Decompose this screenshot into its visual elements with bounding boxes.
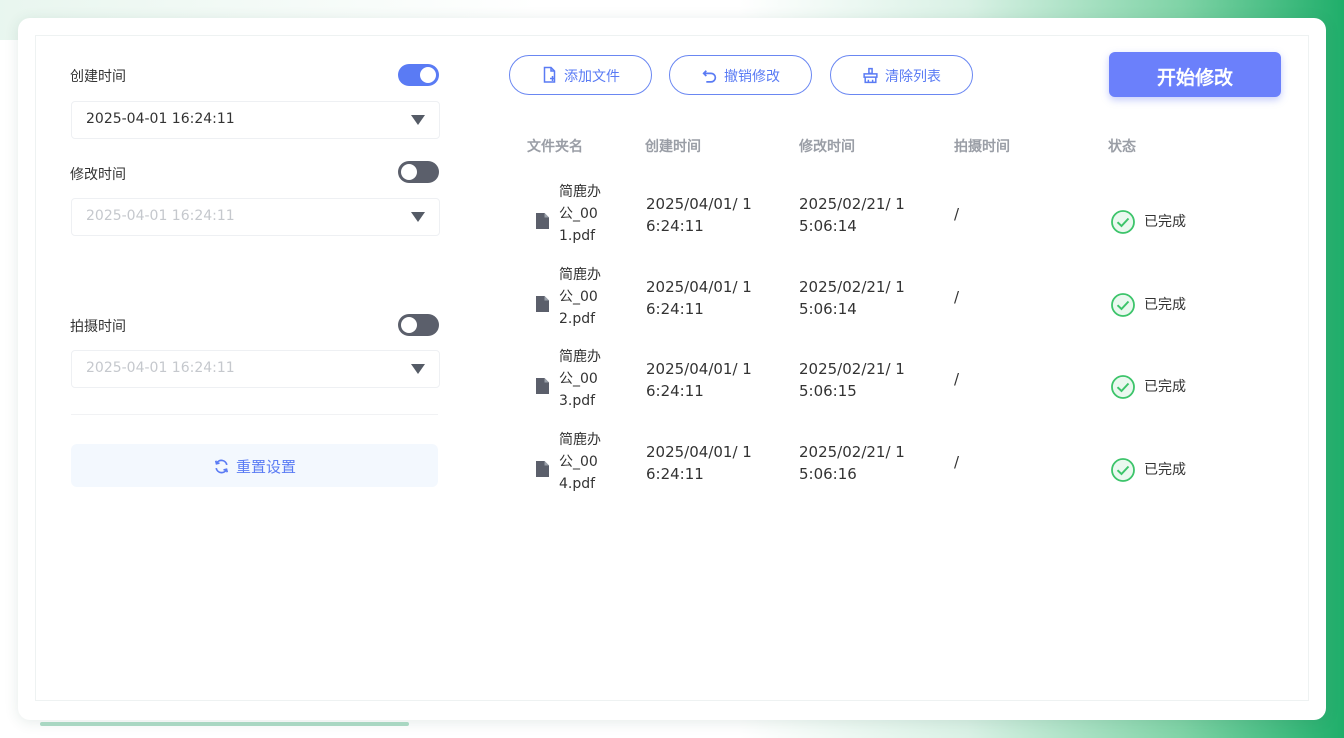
toggle-knob [401,164,417,180]
column-header-captured: 拍摄时间 [954,139,1010,155]
status-text: 已完成 [1144,297,1186,313]
caret-down-icon [411,212,425,222]
modify-time-value: 2025-04-01 16:24:11 [86,208,235,224]
created-time-cell: 2025/04/01/ 16:24:11 [646,278,752,318]
modify-time-toggle[interactable] [398,161,439,183]
check-circle-icon [1111,458,1135,482]
file-icon [536,461,549,477]
modified-time-cell: 2025/02/21/ 15:06:15 [799,360,905,400]
create-time-toggle[interactable] [398,64,439,86]
captured-time-cell: / [954,205,960,223]
captured-time-cell: / [954,370,960,388]
file-name: 简鹿办公_003.pdf [559,349,601,409]
captured-time-cell: / [954,288,960,306]
caret-down-icon [411,115,425,125]
start-modify-button[interactable]: 开始修改 [1109,52,1281,97]
created-time-cell: 2025/04/01/ 16:24:11 [646,443,752,483]
broom-icon [863,67,878,84]
add-file-label: 添加文件 [564,69,620,85]
reset-settings-button[interactable]: 重置设置 [71,444,438,487]
capture-time-value: 2025-04-01 16:24:11 [86,360,235,376]
create-time-select[interactable]: 2025-04-01 16:24:11 [71,101,440,139]
column-header-created: 创建时间 [645,139,701,155]
modified-time-cell: 2025/02/21/ 15:06:14 [799,195,905,235]
modified-time-cell: 2025/02/21/ 15:06:16 [799,443,905,483]
file-name: 简鹿办公_004.pdf [559,432,601,492]
file-add-icon [543,66,556,83]
clear-list-button[interactable]: 清除列表 [830,55,973,95]
column-header-modified: 修改时间 [799,139,855,155]
created-time-cell: 2025/04/01/ 16:24:11 [646,360,752,400]
caret-down-icon [411,364,425,374]
create-time-value: 2025-04-01 16:24:11 [86,111,235,127]
create-time-label: 创建时间 [70,69,126,85]
table-row[interactable]: 简鹿办公_003.pdf 2025/04/01/ 16:24:11 2025/0… [520,346,1290,426]
capture-time-toggle[interactable] [398,314,439,336]
refresh-icon [214,459,229,474]
status-text: 已完成 [1144,379,1186,395]
undo-modify-label: 撤销修改 [724,69,780,85]
horizontal-scrollbar[interactable] [40,722,409,726]
file-name: 简鹿办公_001.pdf [559,184,601,244]
file-icon [536,296,549,312]
status-text: 已完成 [1144,214,1186,230]
check-circle-icon [1111,375,1135,399]
divider [71,414,438,415]
file-icon [536,213,549,229]
check-circle-icon [1111,210,1135,234]
captured-time-cell: / [954,453,960,471]
table-row[interactable]: 简鹿办公_001.pdf 2025/04/01/ 16:24:11 2025/0… [520,181,1290,261]
add-file-button[interactable]: 添加文件 [509,55,652,95]
table-row[interactable]: 简鹿办公_002.pdf 2025/04/01/ 16:24:11 2025/0… [520,264,1290,344]
status-text: 已完成 [1144,462,1186,478]
table-row[interactable]: 简鹿办公_004.pdf 2025/04/01/ 16:24:11 2025/0… [520,429,1290,509]
clear-list-label: 清除列表 [885,69,941,85]
file-icon [536,378,549,394]
modify-time-select[interactable]: 2025-04-01 16:24:11 [71,198,440,236]
capture-time-label: 拍摄时间 [70,319,126,335]
modified-time-cell: 2025/02/21/ 15:06:14 [799,278,905,318]
created-time-cell: 2025/04/01/ 16:24:11 [646,195,752,235]
modify-time-label: 修改时间 [70,167,126,183]
undo-modify-button[interactable]: 撤销修改 [669,55,812,95]
file-name: 简鹿办公_002.pdf [559,267,601,327]
reset-settings-label: 重置设置 [235,458,296,476]
column-header-folder: 文件夹名 [527,139,583,155]
toggle-knob [401,317,417,333]
start-modify-label: 开始修改 [1156,67,1233,89]
undo-icon [702,70,717,83]
column-header-status: 状态 [1108,139,1136,155]
toggle-knob [420,67,436,83]
check-circle-icon [1111,293,1135,317]
capture-time-select[interactable]: 2025-04-01 16:24:11 [71,350,440,388]
